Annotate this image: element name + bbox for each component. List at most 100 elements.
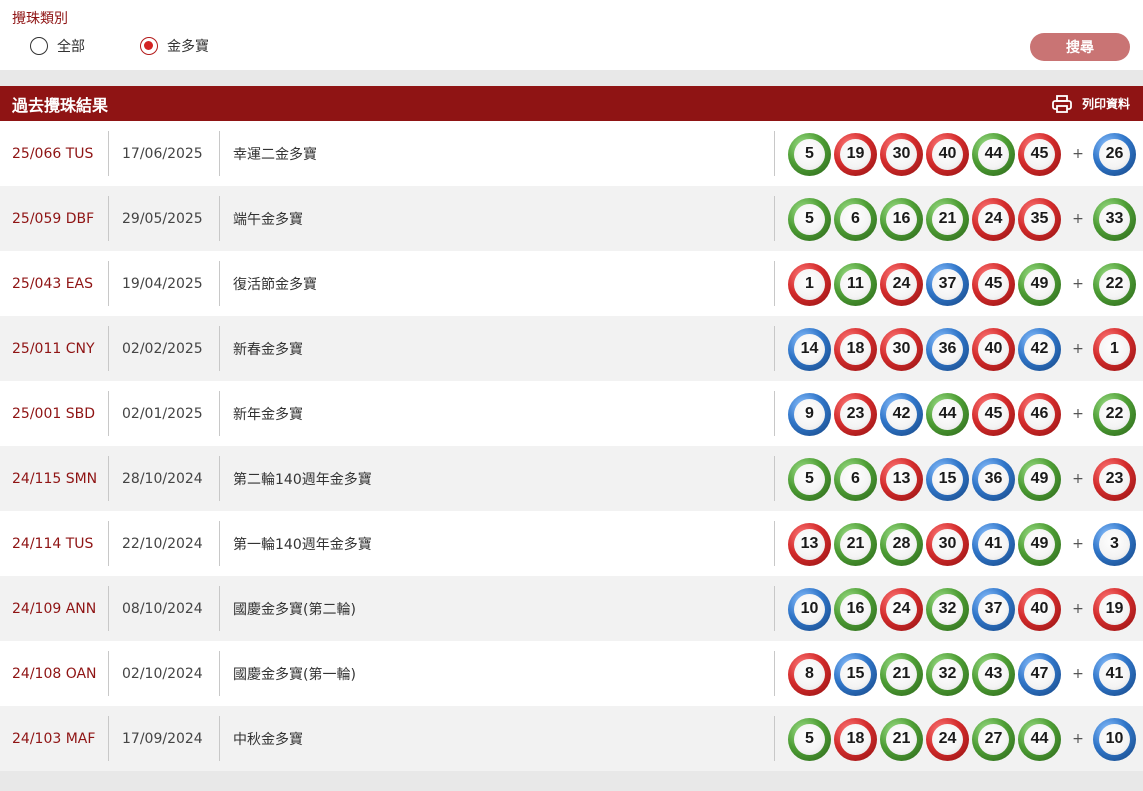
column-divider <box>774 716 775 761</box>
lottery-ball: 18 <box>834 327 877 371</box>
drawn-balls: 10 16 24 32 37 40 +19 <box>788 587 1139 631</box>
radio-option-mark-six-snowball[interactable]: 金多寶 <box>140 36 209 56</box>
lottery-ball: 49 <box>1018 457 1061 501</box>
draw-number-link[interactable]: 24/114 TUS <box>12 536 108 552</box>
lottery-ball: 40 <box>1018 587 1061 631</box>
column-divider <box>108 586 109 631</box>
search-button[interactable]: 搜尋 <box>1030 33 1130 61</box>
lottery-ball: 27 <box>972 717 1015 761</box>
radio-snowball-circle[interactable] <box>140 37 158 55</box>
drawn-balls: 14 18 30 36 40 42 +1 <box>788 327 1139 371</box>
draw-number-link[interactable]: 24/115 SMN <box>12 471 108 487</box>
draw-date: 17/06/2025 <box>122 145 203 162</box>
lottery-ball: 24 <box>972 197 1015 241</box>
ball-number: 40 <box>932 138 963 170</box>
lottery-ball: 21 <box>834 522 877 566</box>
ball-number: 23 <box>1099 463 1130 495</box>
lottery-ball: 5 <box>788 132 831 176</box>
draw-number-link[interactable]: 24/108 OAN <box>12 666 108 682</box>
ball-number: 21 <box>886 658 917 690</box>
draw-number-link[interactable]: 25/011 CNY <box>12 341 108 357</box>
lottery-ball: 10 <box>788 587 831 631</box>
result-row: 24/109 ANN 08/10/2024 國慶金多寶(第二輪) 10 16 24 32 37… <box>0 576 1143 641</box>
draw-number-link[interactable]: 25/059 DBF <box>12 211 108 227</box>
lottery-ball: 42 <box>1018 327 1061 371</box>
drawn-balls: 5 6 13 15 36 49 +23 <box>788 457 1139 501</box>
results-title: 過去攪珠結果 <box>12 95 109 115</box>
draw-name: 中秋金多寶 <box>233 731 303 748</box>
ball-number: 45 <box>1024 138 1055 170</box>
column-divider <box>108 261 109 306</box>
result-row: 24/103 MAF 17/09/2024 中秋金多寶 5 18 21 24 27 44 +10 <box>0 706 1143 771</box>
ball-number: 21 <box>840 528 871 560</box>
extra-ball: 19 <box>1093 587 1136 631</box>
filter-panel: 攪珠類別 全部 金多寶 搜尋 <box>0 0 1143 70</box>
draw-name: 國慶金多寶(第一輪) <box>233 666 356 683</box>
lottery-ball: 19 <box>834 132 877 176</box>
radio-all-circle[interactable] <box>30 37 48 55</box>
lottery-ball: 32 <box>926 652 969 696</box>
column-divider <box>774 391 775 436</box>
column-divider <box>108 326 109 371</box>
draw-number-link[interactable]: 25/001 SBD <box>12 406 108 422</box>
lottery-ball: 5 <box>788 457 831 501</box>
lottery-ball: 24 <box>880 262 923 306</box>
lottery-ball: 8 <box>788 652 831 696</box>
ball-number: 42 <box>1024 333 1055 365</box>
draw-number-link[interactable]: 25/066 TUS <box>12 146 108 162</box>
plus-sign: + <box>1072 341 1084 357</box>
lottery-ball: 18 <box>834 717 877 761</box>
plus-sign: + <box>1072 276 1084 292</box>
radio-snowball-label: 金多寶 <box>167 39 209 55</box>
lottery-ball: 16 <box>834 587 877 631</box>
extra-ball: 23 <box>1093 457 1136 501</box>
column-divider <box>774 586 775 631</box>
ball-number: 24 <box>886 268 917 300</box>
column-divider <box>219 131 220 176</box>
lottery-ball: 37 <box>926 262 969 306</box>
drawn-balls: 8 15 21 32 43 47 +41 <box>788 652 1139 696</box>
plus-sign: + <box>1072 471 1084 487</box>
extra-ball: 22 <box>1093 262 1136 306</box>
lottery-ball: 16 <box>880 197 923 241</box>
draw-number-link[interactable]: 24/109 ANN <box>12 601 108 617</box>
lottery-ball: 21 <box>926 197 969 241</box>
plus-sign: + <box>1072 731 1084 747</box>
lottery-ball: 13 <box>788 522 831 566</box>
lottery-ball: 13 <box>880 457 923 501</box>
column-divider <box>774 196 775 241</box>
lottery-ball: 21 <box>880 652 923 696</box>
ball-number: 15 <box>932 463 963 495</box>
filter-title: 攪珠類別 <box>12 11 68 27</box>
radio-option-all[interactable]: 全部 <box>30 36 85 56</box>
column-divider <box>108 651 109 696</box>
draw-number-link[interactable]: 24/103 MAF <box>12 731 108 747</box>
lottery-ball: 36 <box>972 457 1015 501</box>
extra-ball: 1 <box>1093 327 1136 371</box>
ball-number: 46 <box>1024 398 1055 430</box>
print-button[interactable]: 列印資料 <box>1052 94 1130 113</box>
ball-number: 40 <box>1024 593 1055 625</box>
ball-number: 26 <box>1099 138 1130 170</box>
plus-sign: + <box>1072 406 1084 422</box>
plus-sign: + <box>1072 146 1084 162</box>
ball-number: 35 <box>1024 203 1055 235</box>
column-divider <box>219 196 220 241</box>
radio-all-label: 全部 <box>57 39 85 55</box>
ball-number: 36 <box>978 463 1009 495</box>
lottery-ball: 11 <box>834 262 877 306</box>
ball-number: 43 <box>978 658 1009 690</box>
lottery-ball: 30 <box>926 522 969 566</box>
draw-number-link[interactable]: 25/043 EAS <box>12 276 108 292</box>
draw-date: 02/02/2025 <box>122 340 203 357</box>
ball-number: 8 <box>794 658 825 690</box>
lottery-ball: 35 <box>1018 197 1061 241</box>
lottery-ball: 46 <box>1018 392 1061 436</box>
printer-icon <box>1052 94 1072 113</box>
draw-date: 08/10/2024 <box>122 600 203 617</box>
ball-number: 13 <box>794 528 825 560</box>
result-row: 25/011 CNY 02/02/2025 新春金多寶 14 18 30 36 40 42 +1 <box>0 316 1143 381</box>
plus-sign: + <box>1072 601 1084 617</box>
column-divider <box>108 456 109 501</box>
drawn-balls: 5 19 30 40 44 45 +26 <box>788 132 1139 176</box>
